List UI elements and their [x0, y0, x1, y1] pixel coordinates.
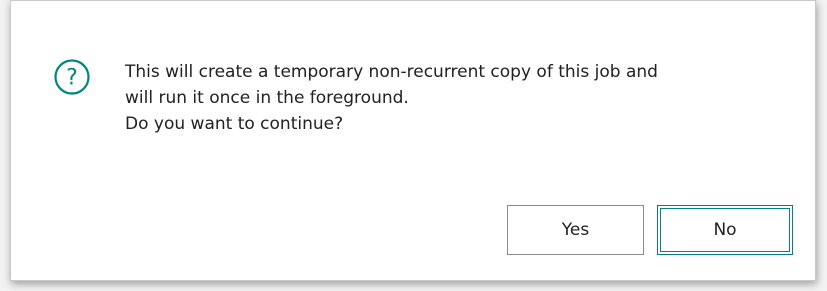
yes-button[interactable]: Yes	[507, 205, 644, 255]
message-line-3: Do you want to continue?	[125, 114, 344, 134]
question-circle-icon: ?	[53, 58, 91, 96]
message-line-2: will run it once in the foreground.	[125, 88, 409, 108]
confirmation-dialog: ? This will create a temporary non-recur…	[10, 0, 816, 281]
dialog-message: This will create a temporary non-recurre…	[125, 59, 765, 137]
no-button[interactable]: No	[657, 205, 793, 255]
svg-text:?: ?	[66, 66, 78, 91]
message-line-1: This will create a temporary non-recurre…	[125, 62, 658, 82]
